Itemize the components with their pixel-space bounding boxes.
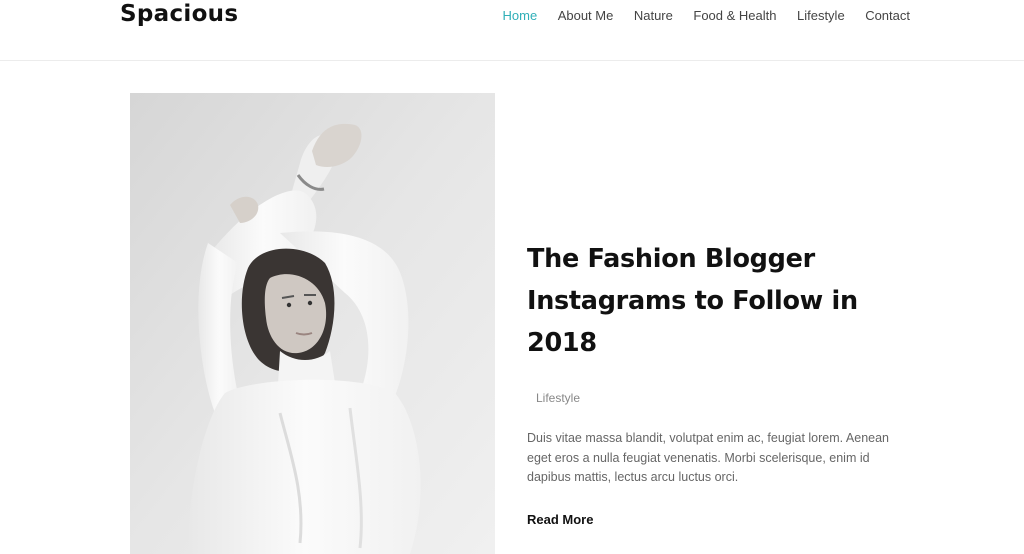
nav-item-contact[interactable]: Contact <box>865 8 910 24</box>
post-category-link[interactable]: Lifestyle <box>536 391 580 405</box>
post-content: The Fashion Blogger Instagrams to Follow… <box>527 238 917 529</box>
nav-item-home[interactable]: Home <box>503 8 538 24</box>
nav-item-lifestyle[interactable]: Lifestyle <box>797 8 845 24</box>
featured-post: The Fashion Blogger Instagrams to Follow… <box>130 93 910 554</box>
read-more-link[interactable]: Read More <box>527 512 593 527</box>
nav-item-food-health[interactable]: Food & Health <box>693 8 776 24</box>
post-featured-image[interactable] <box>130 93 495 554</box>
site-title-logo[interactable]: Spacious <box>120 1 238 27</box>
woman-photo-illustration <box>130 93 495 554</box>
nav-item-nature[interactable]: Nature <box>634 8 673 24</box>
post-title[interactable]: The Fashion Blogger Instagrams to Follow… <box>527 238 917 364</box>
main-navigation: Home About Me Nature Food & Health Lifes… <box>482 8 911 24</box>
nav-item-about-me[interactable]: About Me <box>558 8 614 24</box>
post-excerpt: Duis vitae massa blandit, volutpat enim … <box>527 431 890 484</box>
site-header: Spacious Home About Me Nature Food & Hea… <box>0 0 1024 61</box>
